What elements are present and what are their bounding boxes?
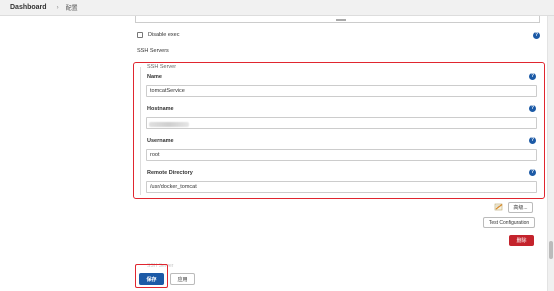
scrollbar-thumb[interactable] (549, 241, 553, 259)
help-icon[interactable]: ? (529, 169, 536, 176)
apply-button[interactable]: 应用 (170, 273, 195, 285)
test-configuration-button[interactable]: Test Configuration (483, 217, 535, 228)
edit-icon (494, 203, 503, 211)
ssh-server-highlight (133, 62, 545, 199)
disable-exec-label: Disable exec (148, 32, 180, 38)
username-input[interactable] (146, 149, 537, 161)
save-button[interactable]: 保存 (139, 273, 164, 285)
ssh-server-heading: SSH Server (147, 64, 177, 70)
ssh-servers-title: SSH Servers (137, 48, 169, 54)
disable-exec-row: Disable exec (137, 32, 180, 38)
ssh-server-left-rule (140, 67, 141, 195)
delete-button[interactable]: 删除 (509, 235, 534, 246)
disable-exec-checkbox[interactable] (137, 32, 143, 38)
help-icon[interactable]: ? (533, 32, 540, 39)
advanced-button[interactable]: 高级... (508, 202, 533, 213)
top-bar: Dashboard › 配置 (0, 0, 554, 16)
hostname-label: Hostname (147, 106, 174, 112)
help-icon[interactable]: ? (529, 73, 536, 80)
breadcrumb-dashboard[interactable]: Dashboard (10, 4, 47, 11)
remote-directory-label: Remote Directory (147, 170, 193, 176)
help-icon[interactable]: ? (529, 105, 536, 112)
username-label: Username (147, 138, 174, 144)
help-icon[interactable]: ? (529, 137, 536, 144)
name-input[interactable] (146, 85, 537, 97)
page-scrollbar[interactable] (547, 16, 554, 291)
breadcrumb-current: 配置 (65, 6, 78, 12)
hostname-input[interactable] (146, 117, 537, 129)
name-label: Name (147, 74, 162, 80)
textarea-resize-grip[interactable] (336, 19, 346, 21)
remote-directory-input[interactable] (146, 181, 537, 193)
redacted-hostname (149, 122, 189, 127)
breadcrumb-separator: › (56, 4, 59, 11)
